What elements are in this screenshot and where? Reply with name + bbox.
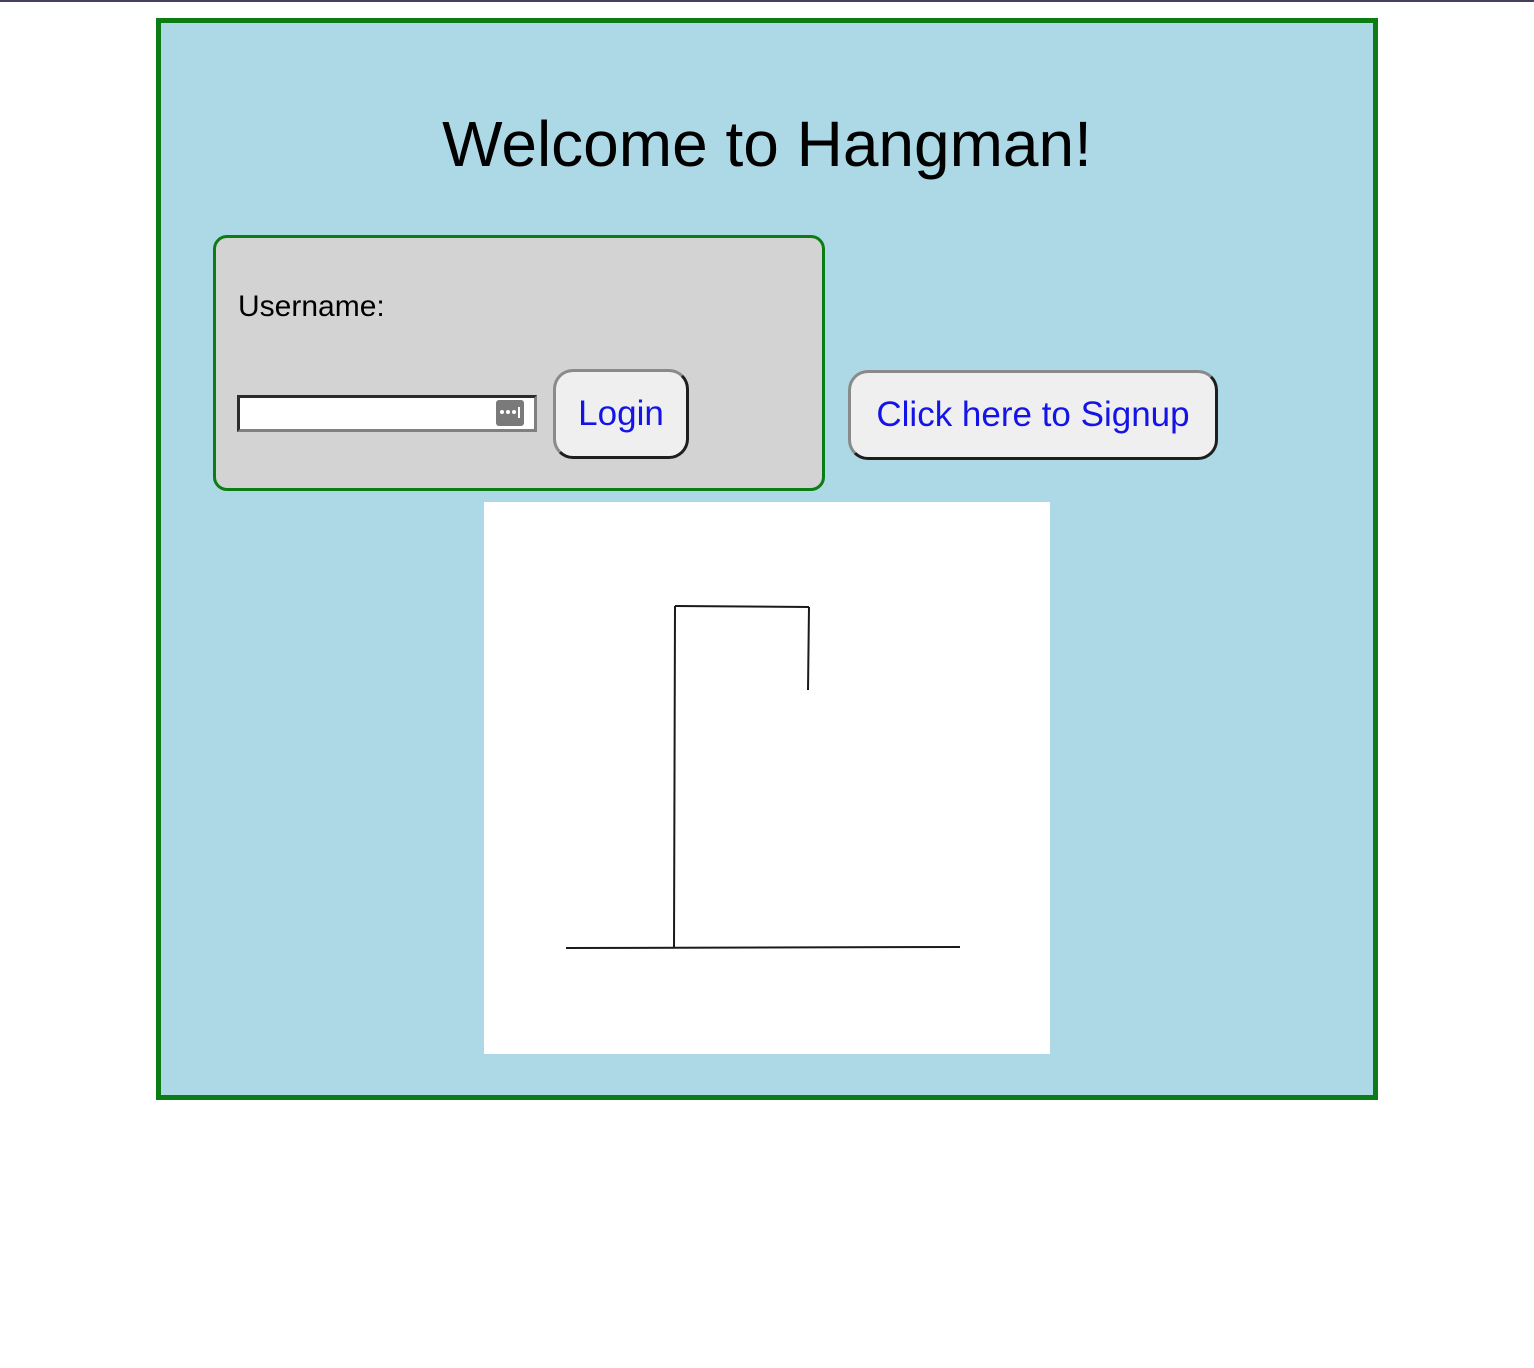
main-panel: Welcome to Hangman! Username: Login Clic…	[156, 18, 1378, 1100]
gallows-rope	[807, 606, 810, 691]
username-input-container	[237, 395, 537, 432]
username-input[interactable]	[240, 398, 494, 429]
login-box: Username: Login	[213, 235, 825, 491]
password-manager-icon[interactable]	[496, 400, 524, 426]
hangman-drawing	[565, 605, 961, 949]
gallows-base	[565, 946, 961, 949]
gallows-beam	[674, 605, 810, 608]
gallows-pole	[673, 605, 676, 949]
page-title: Welcome to Hangman!	[442, 108, 1092, 180]
login-button[interactable]: Login	[553, 369, 689, 459]
top-divider	[0, 0, 1534, 2]
signup-button[interactable]: Click here to Signup	[848, 370, 1218, 460]
username-label: Username:	[238, 290, 385, 323]
hangman-canvas	[484, 502, 1050, 1054]
